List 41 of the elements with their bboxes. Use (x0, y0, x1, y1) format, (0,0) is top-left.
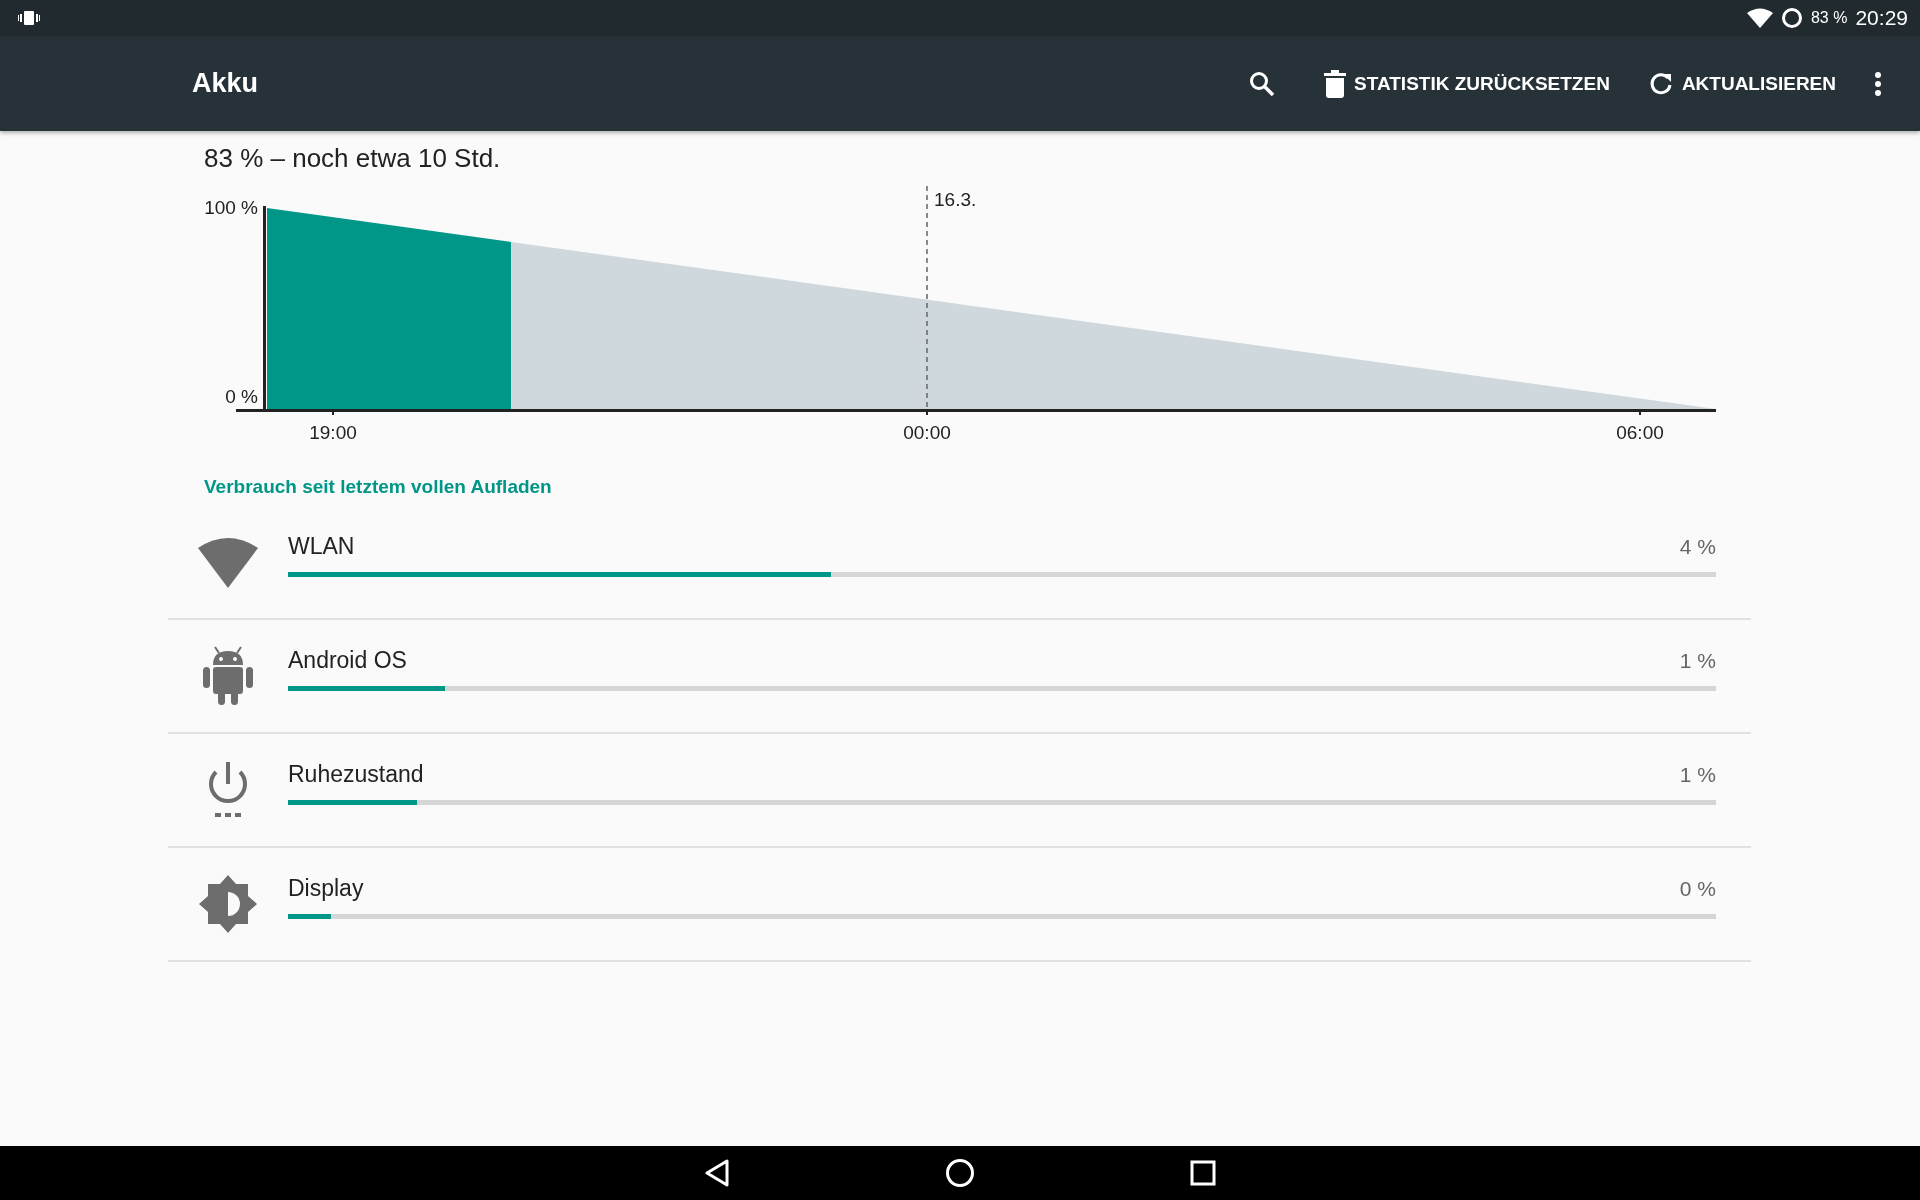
usage-name: Android OS (288, 647, 407, 674)
trash-icon (1324, 69, 1347, 98)
usage-row[interactable]: Android OS 1 % (168, 620, 1751, 734)
x-axis-label: 00:00 (903, 422, 951, 443)
x-tick (926, 411, 928, 415)
usage-percent: 1 % (1679, 649, 1716, 673)
app-bar-title: Akku (192, 68, 260, 99)
usage-name: Display (288, 875, 364, 902)
section-header: Verbrauch seit letztem vollen Aufladen (204, 476, 553, 498)
x-axis-label: 19:00 (309, 422, 357, 443)
wifi-icon (1746, 8, 1773, 28)
back-icon[interactable] (704, 1159, 730, 1187)
y-axis-label: 100 % (204, 197, 258, 218)
battery-percent: 83 % (1810, 9, 1848, 27)
android-robot-icon (202, 645, 254, 707)
vibrate-icon (18, 10, 40, 26)
usage-percent: 0 % (1679, 877, 1716, 901)
recent-apps-icon[interactable] (1190, 1160, 1216, 1186)
usage-percent: 4 % (1679, 535, 1716, 559)
wifi-icon (198, 536, 258, 588)
usage-name: WLAN (288, 533, 355, 560)
x-tick (1639, 411, 1641, 415)
battery-ring-icon (1780, 7, 1803, 29)
usage-row[interactable]: Ruhezustand 1 % (168, 734, 1751, 848)
usage-row[interactable]: WLAN 4 % (168, 506, 1751, 620)
usage-name: Ruhezustand (288, 761, 424, 788)
clock: 20:29 (1855, 6, 1908, 30)
usage-row[interactable]: Display 0 % (168, 848, 1751, 962)
battery-summary: 83 % – noch etwa 10 Std. (204, 143, 502, 174)
reset-statistics-button[interactable]: STATISTIK ZURÜCKSETZEN (1320, 61, 1614, 106)
brightness-icon (199, 875, 257, 933)
home-icon[interactable] (945, 1158, 975, 1188)
x-tick (332, 411, 334, 415)
x-axis-label: 06:00 (1616, 422, 1664, 443)
date-marker-label: 16.3. (934, 189, 977, 210)
power-icon (206, 762, 250, 818)
refresh-button[interactable]: AKTUALISIEREN (1643, 62, 1840, 105)
usage-percent: 1 % (1679, 763, 1716, 787)
search-icon[interactable] (1248, 69, 1277, 98)
y-axis-label: 0 % (225, 386, 258, 407)
more-options-icon[interactable] (1874, 70, 1882, 97)
